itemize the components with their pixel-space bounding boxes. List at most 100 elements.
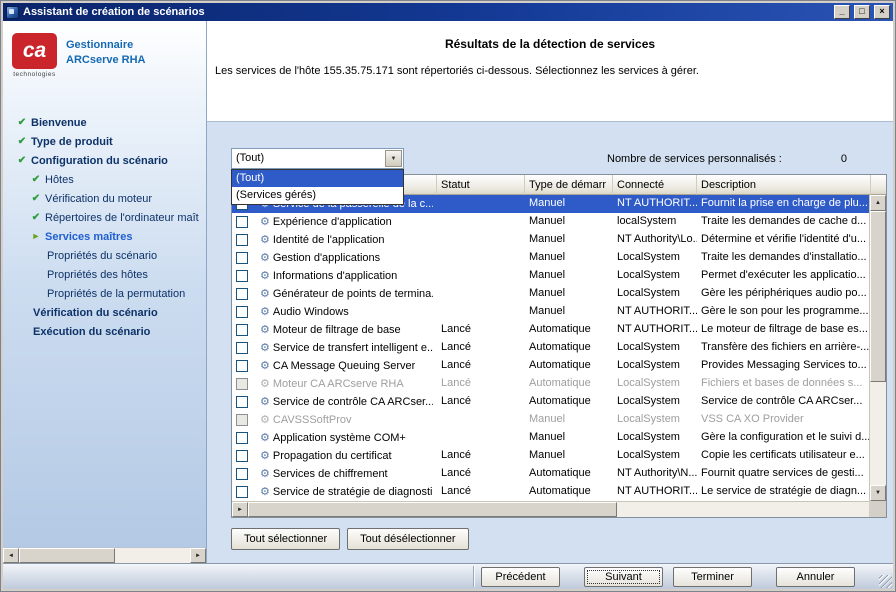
- chevron-down-icon[interactable]: ▼: [385, 150, 402, 167]
- service-gear-icon: ⚙: [260, 451, 270, 462]
- step-label: Services maîtres: [45, 231, 132, 243]
- service-row[interactable]: ⚙ Services de chiffrement Lancé Automati…: [232, 465, 869, 483]
- service-checkbox[interactable]: [236, 306, 248, 318]
- sidebar-step[interactable]: Vérification du scénario: [3, 303, 206, 322]
- service-description: Gère la configuration et le suivi d...: [697, 429, 869, 447]
- sidebar-step[interactable]: ✔ Type de produit: [3, 132, 206, 151]
- sidebar-step[interactable]: ✔ Hôtes: [3, 170, 206, 189]
- service-row[interactable]: ⚙ Service de contrôle CA ARCser... Lancé…: [232, 393, 869, 411]
- filter-option[interactable]: (Services gérés): [232, 187, 403, 204]
- service-row[interactable]: ⚙ Informations d'application Manuel Loca…: [232, 267, 869, 285]
- service-checkbox[interactable]: [236, 414, 248, 426]
- service-status: Lancé: [437, 321, 525, 339]
- sidebar-step[interactable]: ✔ Vérification du moteur: [3, 189, 206, 208]
- sidebar-step[interactable]: Propriétés du scénario: [3, 246, 206, 265]
- service-row[interactable]: ⚙ Moteur CA ARCserve RHA Lancé Automatiq…: [232, 375, 869, 393]
- close-button[interactable]: ×: [874, 5, 890, 19]
- sidebar-step[interactable]: ✔ Répertoires de l'ordinateur maît: [3, 208, 206, 227]
- maximize-button[interactable]: □: [854, 5, 870, 19]
- column-header[interactable]: Description: [697, 175, 871, 195]
- column-header[interactable]: Statut: [437, 175, 525, 195]
- scroll-up-icon[interactable]: ▲: [870, 195, 886, 211]
- next-button[interactable]: Suivant: [584, 567, 663, 587]
- step-label: Exécution du scénario: [33, 326, 150, 338]
- table-vscrollbar[interactable]: ▲ ▼: [869, 195, 886, 501]
- service-row[interactable]: ⚙ Application système COM+ Manuel LocalS…: [232, 429, 869, 447]
- service-gear-icon: ⚙: [260, 415, 270, 426]
- service-row[interactable]: ⚙ CAVSSSoftProv Manuel LocalSystem VSS C…: [232, 411, 869, 429]
- scroll-left-icon[interactable]: ◄: [3, 548, 19, 563]
- sidebar-step[interactable]: Propriétés des hôtes: [3, 265, 206, 284]
- sidebar-hscrollbar[interactable]: ◄ ►: [3, 547, 206, 563]
- service-checkbox[interactable]: [236, 432, 248, 444]
- vscroll-thumb[interactable]: [870, 211, 886, 382]
- sidebar-step[interactable]: Propriétés de la permutation: [3, 284, 206, 303]
- service-row[interactable]: ⚙ Générateur de points de termina... Man…: [232, 285, 869, 303]
- hscroll-thumb[interactable]: [248, 502, 617, 517]
- footer-divider: [473, 566, 475, 587]
- sidebar-step[interactable]: ► Services maîtres: [3, 227, 206, 246]
- service-checkbox[interactable]: [236, 324, 248, 336]
- table-body: ⚙ Service de la passerelle de la c... Ma…: [232, 195, 869, 501]
- service-checkbox[interactable]: [236, 360, 248, 372]
- service-start-type: Manuel: [525, 213, 613, 231]
- service-checkbox[interactable]: [236, 216, 248, 228]
- sidebar-step[interactable]: Exécution du scénario: [3, 322, 206, 341]
- service-gear-icon: ⚙: [260, 469, 270, 480]
- service-row[interactable]: ⚙ Gestion d'applications Manuel LocalSys…: [232, 249, 869, 267]
- service-name: Expérience d'application: [273, 214, 392, 231]
- service-checkbox[interactable]: [236, 396, 248, 408]
- service-checkbox[interactable]: [236, 468, 248, 480]
- ca-logo-sub: technologies: [12, 71, 57, 78]
- service-name: Identité de l'application: [273, 232, 385, 249]
- scroll-right-icon[interactable]: ►: [190, 548, 206, 563]
- service-checkbox[interactable]: [236, 234, 248, 246]
- service-description: Détermine et vérifie l'identité d'u...: [697, 231, 869, 249]
- filter-option[interactable]: (Tout): [232, 170, 403, 187]
- service-checkbox[interactable]: [236, 252, 248, 264]
- service-row[interactable]: ⚙ Identité de l'application Manuel NT Au…: [232, 231, 869, 249]
- service-checkbox[interactable]: [236, 450, 248, 462]
- deselect-all-button[interactable]: Tout désélectionner: [347, 528, 468, 550]
- scroll-right-icon[interactable]: ►: [232, 502, 248, 517]
- column-header[interactable]: Connecté: [613, 175, 697, 195]
- back-button[interactable]: Précédent: [481, 567, 560, 587]
- service-gear-icon: ⚙: [260, 433, 270, 444]
- service-row[interactable]: ⚙ Propagation du certificat Lancé Manuel…: [232, 447, 869, 465]
- service-checkbox[interactable]: [236, 270, 248, 282]
- service-row[interactable]: ⚙ Moteur de filtrage de base Lancé Autom…: [232, 321, 869, 339]
- service-name: Moteur CA ARCserve RHA: [273, 376, 404, 393]
- service-checkbox[interactable]: [236, 378, 248, 390]
- ca-logo: ca: [12, 33, 57, 69]
- column-header[interactable]: Type de démarr: [525, 175, 613, 195]
- service-checkbox[interactable]: [236, 486, 248, 498]
- scroll-down-icon[interactable]: ▼: [870, 485, 886, 501]
- sidebar-step[interactable]: ✔ Configuration du scénario: [3, 151, 206, 170]
- service-description: VSS CA XO Provider: [697, 411, 869, 429]
- hscroll-track[interactable]: [115, 548, 190, 563]
- service-row[interactable]: ⚙ Service de transfert intelligent e... …: [232, 339, 869, 357]
- select-all-button[interactable]: Tout sélectionner: [231, 528, 340, 550]
- cancel-button[interactable]: Annuler: [776, 567, 855, 587]
- service-checkbox[interactable]: [236, 342, 248, 354]
- service-description: Transfère des fichiers en arrière-...: [697, 339, 869, 357]
- hscroll-thumb[interactable]: [19, 548, 115, 563]
- wizard-sidebar: ca technologies Gestionnaire ARCserve RH…: [3, 21, 207, 563]
- service-description: Copie les certificats utilisateur e...: [697, 447, 869, 465]
- service-name: Application système COM+: [273, 430, 406, 447]
- table-hscrollbar[interactable]: ◄ ►: [232, 501, 869, 517]
- minimize-button[interactable]: _: [834, 5, 850, 19]
- service-checkbox[interactable]: [236, 288, 248, 300]
- service-account: LocalSystem: [613, 393, 697, 411]
- service-account: localSystem: [613, 213, 697, 231]
- step-status-icon: ✔: [15, 118, 29, 128]
- finish-button[interactable]: Terminer: [673, 567, 752, 587]
- service-row[interactable]: ⚙ Service de stratégie de diagnostic Lan…: [232, 483, 869, 501]
- service-row[interactable]: ⚙ Audio Windows Manuel NT AUTHORIT... Gè…: [232, 303, 869, 321]
- service-row[interactable]: ⚙ Expérience d'application Manuel localS…: [232, 213, 869, 231]
- sidebar-step[interactable]: ✔ Bienvenue: [3, 113, 206, 132]
- scrollbar-corner: [869, 501, 886, 517]
- resize-grip[interactable]: [879, 575, 892, 588]
- filter-combobox[interactable]: (Tout) ▼: [231, 148, 404, 169]
- service-row[interactable]: ⚙ CA Message Queuing Server Lancé Automa…: [232, 357, 869, 375]
